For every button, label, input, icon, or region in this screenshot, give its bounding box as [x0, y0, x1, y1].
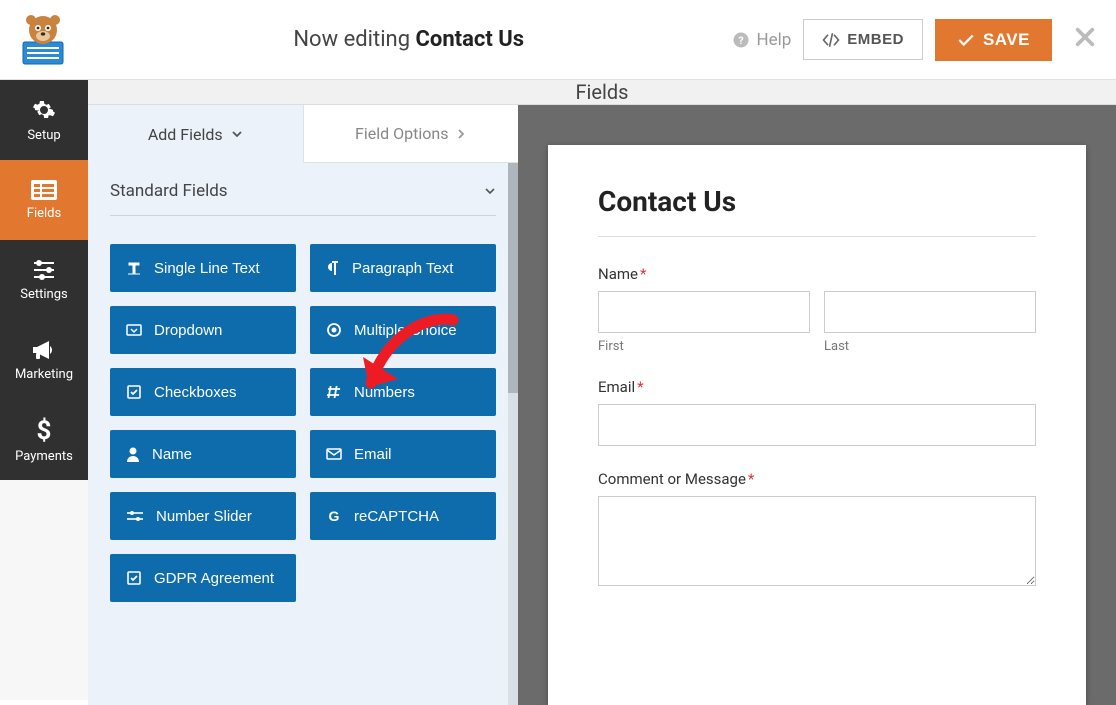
- comment-field-block: Comment or Message*: [598, 470, 1036, 590]
- bullhorn-icon: [31, 339, 57, 361]
- email-label: Email*: [598, 378, 1036, 396]
- field-number-slider[interactable]: Number Slider: [110, 492, 296, 540]
- field-checkboxes[interactable]: Checkboxes: [110, 368, 296, 416]
- form-name: Contact Us: [416, 27, 525, 52]
- chevron-right-icon: [456, 128, 466, 140]
- fields-panel: Add Fields Field Options Standard Fields: [88, 105, 518, 705]
- tab-add-fields[interactable]: Add Fields: [88, 105, 303, 163]
- chevron-down-icon: [231, 128, 243, 140]
- top-bar: Now editing Contact Us ? Help EMBED SAVE: [0, 0, 1116, 80]
- user-icon: [126, 446, 140, 462]
- first-sublabel: First: [598, 339, 810, 354]
- save-button[interactable]: SAVE: [935, 19, 1052, 61]
- panel-body: Add Fields Field Options Standard Fields: [88, 105, 1116, 705]
- help-link[interactable]: ? Help: [732, 30, 791, 50]
- checkbox-icon: [126, 384, 142, 400]
- g-icon: G: [326, 508, 342, 524]
- list-icon: [31, 180, 57, 200]
- content-area: Fields Add Fields Field Options Standa: [88, 80, 1116, 700]
- chevron-down-icon: [484, 185, 496, 197]
- sidebar-item-payments[interactable]: $ Payments: [0, 400, 88, 480]
- last-name-input[interactable]: [824, 291, 1036, 333]
- standard-fields-section: Standard Fields: [88, 163, 518, 224]
- panel-header: Fields: [88, 80, 1116, 105]
- sliders-icon: [32, 259, 56, 281]
- field-single-line-text[interactable]: Single Line Text: [110, 244, 296, 292]
- field-gdpr-agreement[interactable]: GDPR Agreement: [110, 554, 296, 602]
- main-area: Setup Fields Settings Marketing $ Paymen…: [0, 80, 1116, 700]
- sidebar-item-setup[interactable]: Setup: [0, 80, 88, 160]
- email-field-block: Email*: [598, 378, 1036, 446]
- sidebar-item-settings[interactable]: Settings: [0, 240, 88, 320]
- svg-text:?: ?: [739, 33, 744, 46]
- comment-label: Comment or Message*: [598, 470, 1036, 488]
- required-marker: *: [640, 265, 646, 283]
- envelope-icon: [326, 447, 342, 461]
- dollar-icon: $: [35, 417, 53, 443]
- sliders-mini-icon: [126, 509, 144, 523]
- form-title: Contact Us: [598, 185, 1036, 218]
- sidebar-item-marketing[interactable]: Marketing: [0, 320, 88, 400]
- text-icon: [126, 260, 142, 276]
- checkbox-icon: [126, 570, 142, 586]
- hash-icon: [326, 384, 342, 400]
- field-name[interactable]: Name: [110, 430, 296, 478]
- field-multiple-choice[interactable]: Multiple Choice: [310, 306, 496, 354]
- field-numbers[interactable]: Numbers: [310, 368, 496, 416]
- editing-title: Now editing Contact Us: [85, 27, 732, 52]
- field-dropdown[interactable]: Dropdown: [110, 306, 296, 354]
- required-marker: *: [748, 470, 754, 488]
- divider: [598, 236, 1036, 237]
- svg-text:$: $: [37, 417, 52, 443]
- required-marker: *: [637, 378, 643, 396]
- check-icon: [957, 33, 975, 47]
- panel-tabs: Add Fields Field Options: [88, 105, 518, 163]
- paragraph-icon: [326, 260, 340, 276]
- gear-icon: [32, 98, 56, 122]
- field-paragraph-text[interactable]: Paragraph Text: [310, 244, 496, 292]
- tab-field-options[interactable]: Field Options: [303, 105, 519, 163]
- editing-prefix: Now editing: [293, 27, 415, 52]
- sidebar: Setup Fields Settings Marketing $ Paymen…: [0, 80, 88, 700]
- field-email[interactable]: Email: [310, 430, 496, 478]
- form-card: Contact Us Name* First Last: [548, 145, 1086, 705]
- app-logo: [0, 0, 85, 80]
- last-sublabel: Last: [824, 339, 1036, 354]
- scrollbar[interactable]: [508, 163, 518, 705]
- email-input[interactable]: [598, 404, 1036, 446]
- code-icon: [822, 33, 840, 47]
- name-field-block: Name* First Last: [598, 265, 1036, 354]
- dropdown-icon: [126, 322, 142, 338]
- section-header[interactable]: Standard Fields: [110, 181, 496, 216]
- scrollbar-thumb[interactable]: [508, 163, 518, 393]
- comment-textarea[interactable]: [598, 496, 1036, 586]
- first-name-input[interactable]: [598, 291, 810, 333]
- embed-button[interactable]: EMBED: [803, 19, 923, 60]
- form-preview: Contact Us Name* First Last: [518, 105, 1116, 705]
- radio-icon: [326, 322, 342, 338]
- sidebar-item-fields[interactable]: Fields: [0, 160, 88, 240]
- svg-text:G: G: [329, 508, 340, 524]
- help-icon: ?: [732, 31, 750, 49]
- name-label: Name*: [598, 265, 1036, 283]
- close-button[interactable]: [1074, 25, 1096, 55]
- top-actions: ? Help EMBED SAVE: [732, 19, 1116, 61]
- field-recaptcha[interactable]: G reCAPTCHA: [310, 492, 496, 540]
- field-grid: Single Line Text Paragraph Text Dropdown…: [88, 224, 518, 622]
- close-icon: [1074, 26, 1096, 48]
